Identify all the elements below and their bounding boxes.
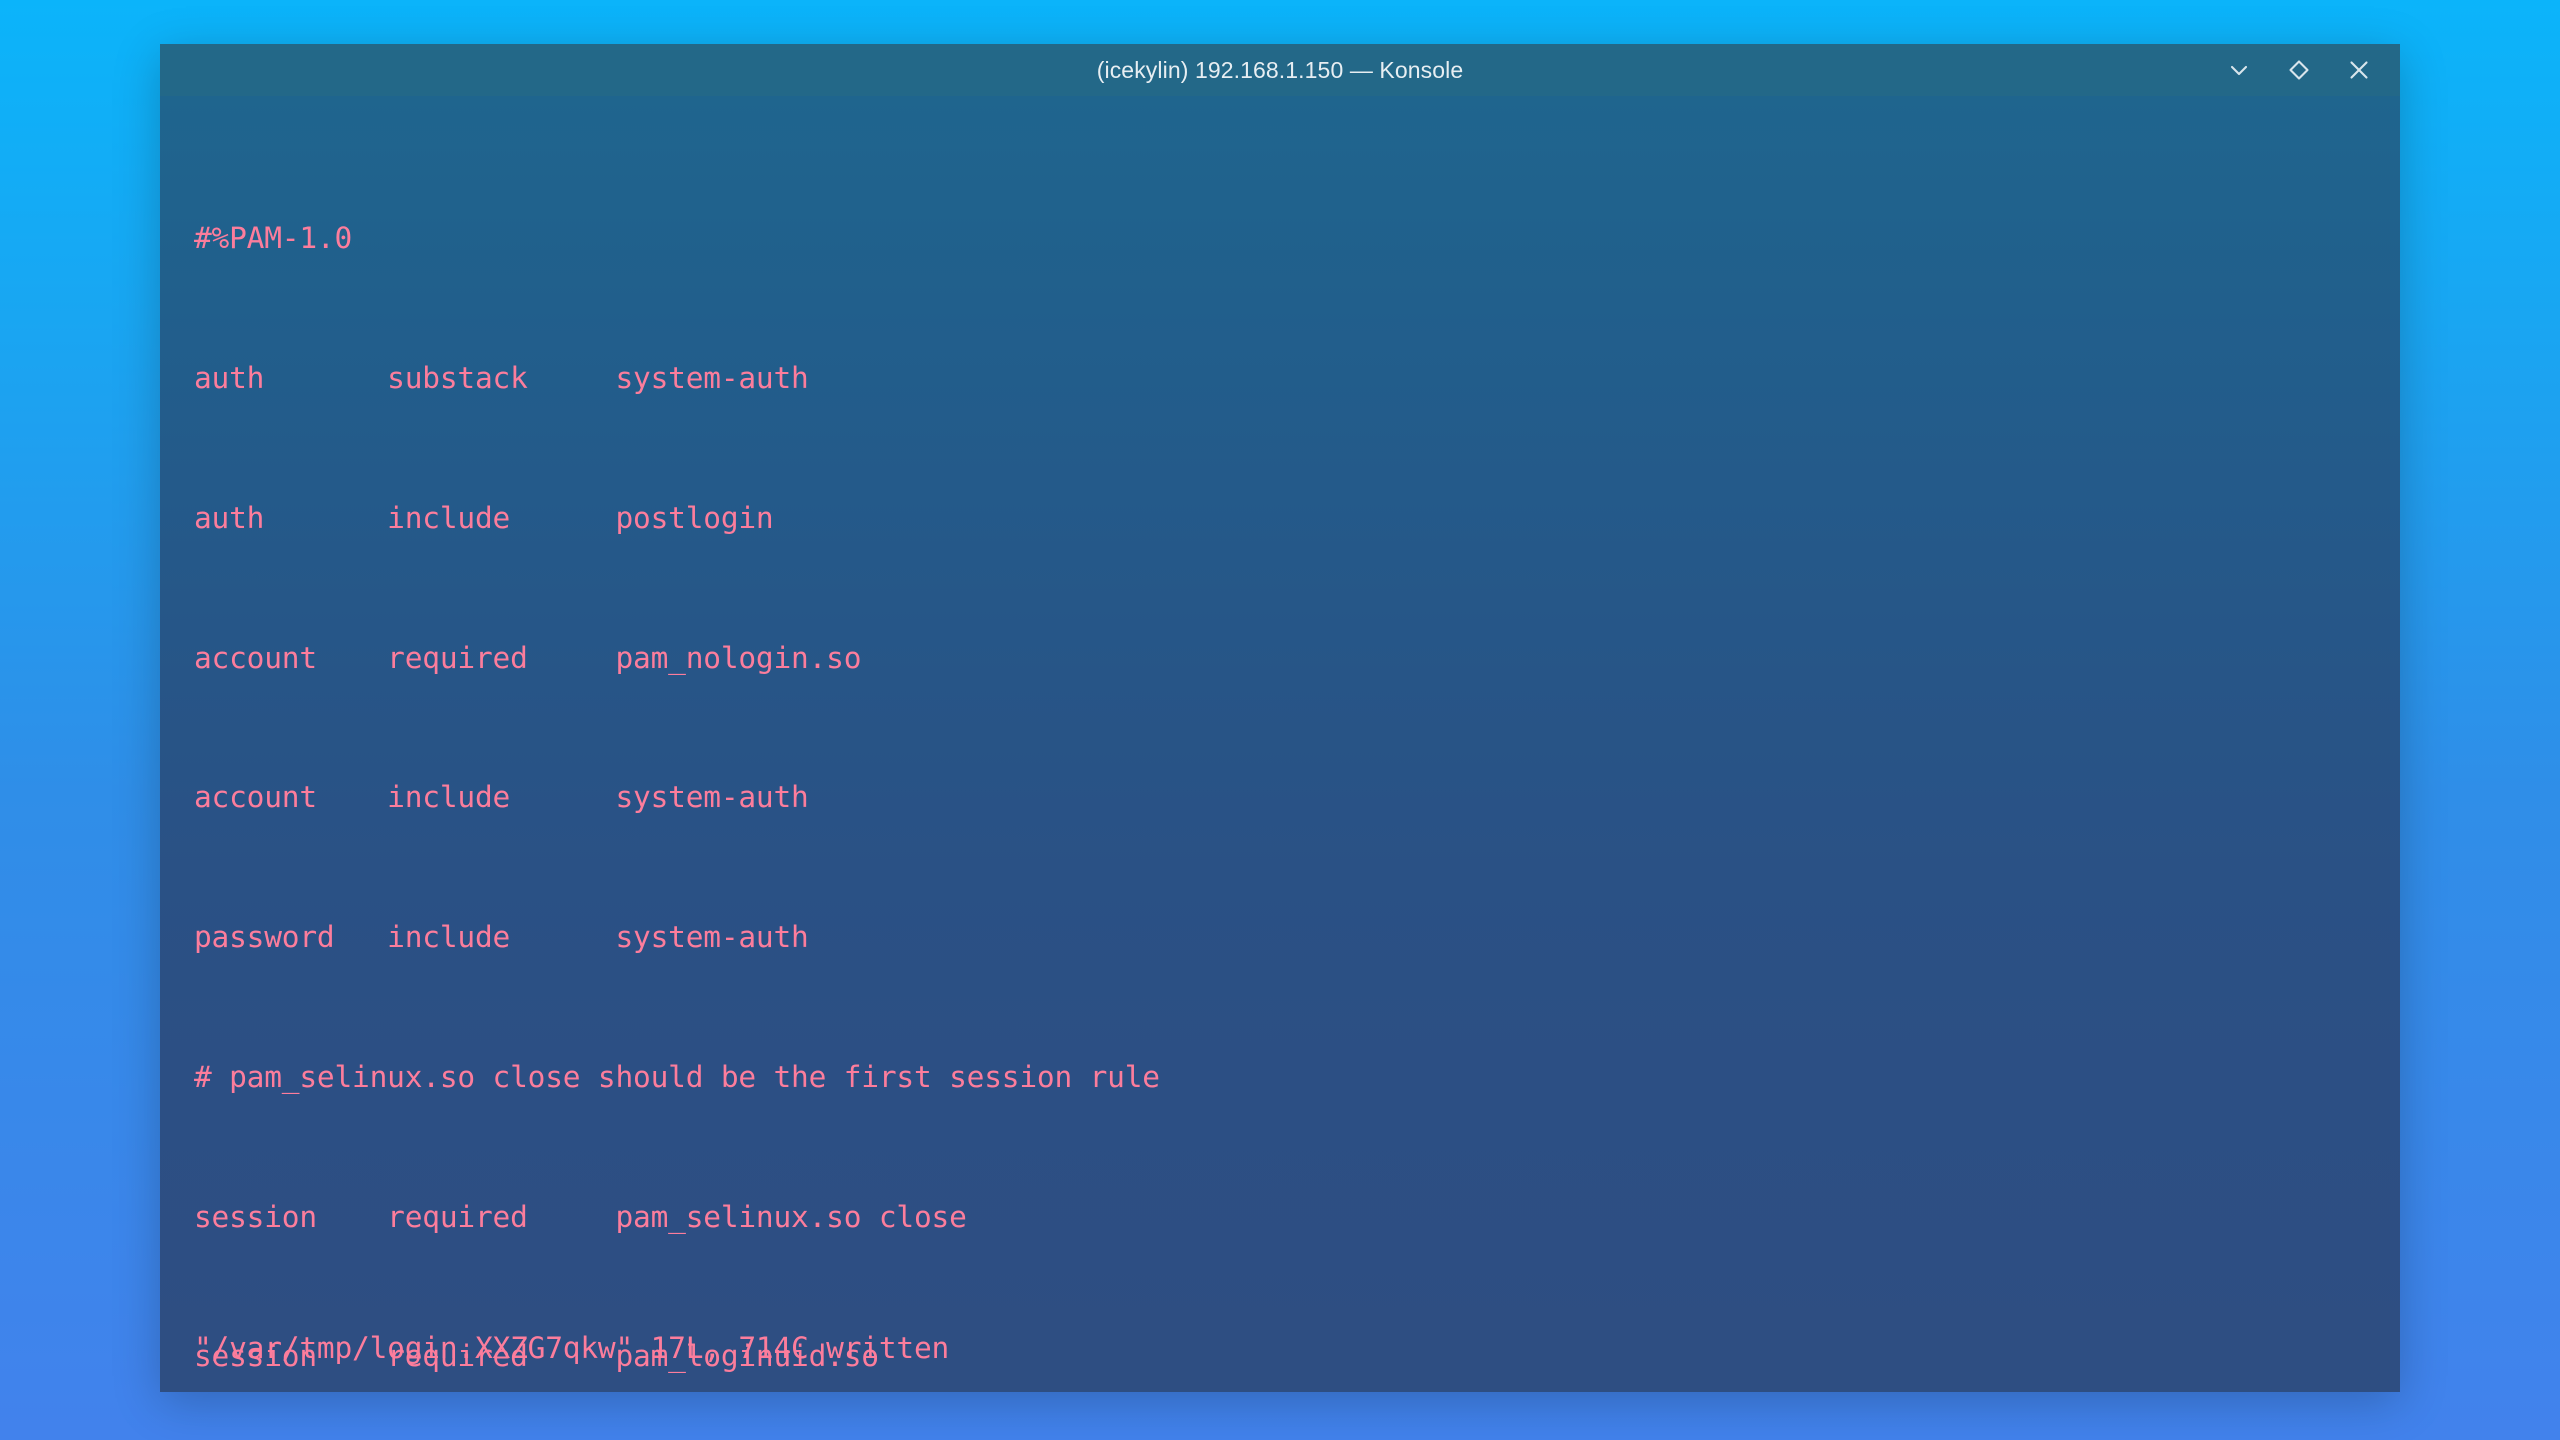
close-icon	[2346, 57, 2372, 83]
maximize-button[interactable]	[2280, 51, 2318, 89]
vim-buffer[interactable]: #%PAM-1.0 auth substack system-auth auth…	[194, 122, 2400, 1392]
window-title: (icekylin) 192.168.1.150 — Konsole	[1096, 56, 1464, 83]
buffer-line: #%PAM-1.0	[194, 221, 353, 256]
window-titlebar[interactable]: (icekylin) 192.168.1.150 — Konsole	[160, 44, 2400, 96]
buffer-line: session required pam_selinux.so close	[194, 1199, 967, 1234]
close-button[interactable]	[2340, 51, 2378, 89]
minimize-button[interactable]	[2220, 51, 2258, 89]
konsole-window: (icekylin) 192.168.1.150 — Konsole #%PAM…	[160, 44, 2400, 1392]
diamond-icon	[2286, 57, 2312, 83]
buffer-line: password include system-auth	[194, 920, 809, 955]
vim-status-line: "/var/tmp/login.XXZG7qkw" 17L, 714C writ…	[194, 1331, 950, 1366]
buffer-line: auth include postlogin	[194, 500, 774, 535]
buffer-line: auth substack system-auth	[194, 360, 809, 395]
terminal-viewport[interactable]: #%PAM-1.0 auth substack system-auth auth…	[160, 96, 2400, 1392]
window-controls	[2220, 44, 2378, 96]
buffer-line: account include system-auth	[194, 780, 809, 815]
chevron-down-icon	[2226, 57, 2252, 83]
buffer-line: # pam_selinux.so close should be the fir…	[194, 1059, 1160, 1094]
buffer-line: account required pam_nologin.so	[194, 640, 862, 675]
